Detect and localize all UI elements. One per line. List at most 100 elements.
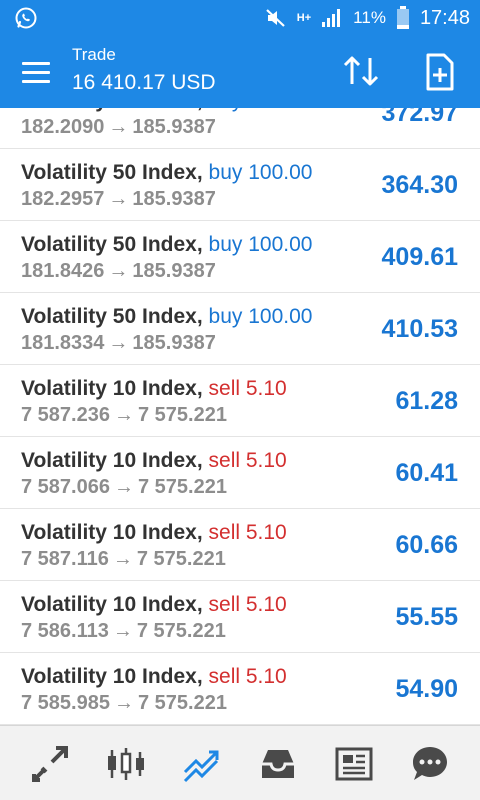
position-header: Volatility 50 Index, buy 100.00	[21, 304, 312, 330]
position-volume: sell 5.10	[208, 521, 287, 544]
position-header: Volatility 10 Index, sell 5.10	[21, 664, 287, 690]
position-row[interactable]: Volatility 50 Index, buy 100.00 181.8426 →…	[0, 221, 480, 293]
position-row[interactable]: Volatility 50 Index, buy 100.00182.2090→…	[0, 108, 480, 149]
price-arrow: →	[108, 260, 129, 282]
current-price: 7 575.221	[136, 620, 226, 642]
current-price: 185.9387	[132, 188, 216, 210]
position-symbol: Volatility 10 Index,	[21, 449, 203, 472]
price-arrow: →	[108, 116, 129, 138]
status-bar: H+ 11% 17:48	[0, 0, 480, 36]
mute-icon	[265, 7, 287, 29]
position-profit: 364.30	[381, 171, 458, 199]
position-profit: 60.41	[395, 459, 458, 487]
open-price: 181.8426	[21, 260, 105, 282]
position-row[interactable]: Volatility 10 Index, sell 5.10 7 585.985 →…	[0, 653, 480, 725]
position-volume: buy 100.00	[209, 108, 313, 112]
news-icon[interactable]	[334, 744, 374, 784]
position-profit: 60.66	[395, 531, 458, 559]
price-arrow: →	[108, 188, 129, 210]
new-order-icon[interactable]	[418, 51, 462, 93]
price-arrow: →	[113, 476, 134, 498]
open-price: 7 587.116	[21, 548, 109, 570]
position-symbol: Volatility 50 Index,	[21, 108, 203, 112]
position-header: Volatility 50 Index, buy 100.00	[21, 160, 312, 186]
title-block: Trade 16 410.17 USD	[72, 45, 216, 97]
current-price: 185.9387	[132, 260, 216, 282]
signal-icon	[321, 7, 343, 29]
open-price: 7 587.066	[21, 476, 110, 498]
open-price: 182.2090	[21, 116, 105, 138]
app-bar: Trade 16 410.17 USD	[0, 36, 480, 108]
position-symbol: Volatility 50 Index,	[21, 233, 203, 256]
open-price: 182.2957	[21, 188, 105, 210]
position-row[interactable]: Volatility 10 Index, sell 5.10 7 587.066 →…	[0, 437, 480, 509]
position-prices: 182.2957 → 185.9387	[21, 187, 216, 211]
position-prices: 181.8426 → 185.9387	[21, 259, 216, 283]
position-profit: 410.53	[381, 315, 458, 343]
history-icon[interactable]	[258, 744, 298, 784]
position-header: Volatility 50 Index, buy 100.00	[21, 232, 312, 258]
position-symbol: Volatility 10 Index,	[21, 521, 203, 544]
position-row[interactable]: Volatility 50 Index, buy 100.00 181.8334 →…	[0, 293, 480, 365]
open-price: 7 585.985	[21, 692, 110, 714]
clock: 17:48	[419, 6, 470, 29]
position-prices: 7 586.113 → 7 575.221	[21, 619, 226, 643]
position-volume: buy 100.00	[208, 161, 313, 184]
position-symbol: Volatility 10 Index,	[21, 377, 203, 400]
price-arrow: →	[112, 620, 133, 642]
current-price: 7 575.221	[137, 692, 227, 714]
chart-icon[interactable]	[106, 744, 146, 784]
price-arrow: →	[108, 332, 129, 354]
current-price: 185.9387	[132, 116, 216, 138]
current-price: 7 575.221	[136, 548, 226, 570]
chat-icon[interactable]	[410, 744, 450, 784]
position-header: Volatility 10 Index, sell 5.10	[21, 520, 287, 546]
page-title: Trade	[72, 45, 116, 64]
battery-percent: 11%	[353, 8, 386, 27]
open-price: 7 586.113	[21, 620, 109, 642]
position-symbol: Volatility 10 Index,	[21, 665, 203, 688]
open-price: 181.8334	[21, 332, 105, 354]
price-arrow: →	[113, 692, 134, 714]
position-profit: 409.61	[381, 243, 458, 271]
position-prices: 181.8334 → 185.9387	[21, 331, 216, 355]
position-volume: buy 100.00	[208, 305, 313, 328]
position-volume: sell 5.10	[208, 449, 287, 472]
trade-icon[interactable]	[182, 744, 222, 784]
price-arrow: →	[112, 548, 133, 570]
position-row[interactable]: Volatility 10 Index, sell 5.10 7 586.113 →…	[0, 581, 480, 653]
open-price: 7 587.236	[21, 404, 110, 426]
sort-arrows-icon[interactable]	[340, 52, 384, 92]
position-prices: 7 587.066 → 7 575.221	[21, 475, 227, 499]
position-header: Volatility 10 Index, sell 5.10	[21, 448, 287, 474]
position-profit: 54.90	[395, 675, 458, 703]
position-prices: 7 587.236 → 7 575.221	[21, 403, 227, 427]
account-balance: 16 410.17 USD	[72, 71, 216, 94]
positions-list[interactable]: Volatility 50 Index, buy 100.00182.2090→…	[0, 108, 480, 725]
position-row[interactable]: Volatility 10 Index, sell 5.10 7 587.116 →…	[0, 509, 480, 581]
position-row[interactable]: Volatility 10 Index, sell 5.10 7 587.236 →…	[0, 365, 480, 437]
position-profit: 372.97	[381, 108, 458, 127]
current-price: 7 575.221	[137, 476, 227, 498]
menu-icon[interactable]	[22, 54, 58, 90]
position-prices: 7 587.116 → 7 575.221	[21, 547, 226, 571]
position-row[interactable]: Volatility 50 Index, buy 100.00 182.2957 →…	[0, 149, 480, 221]
position-header: Volatility 10 Index, sell 5.10	[21, 592, 287, 618]
position-symbol: Volatility 50 Index,	[21, 161, 203, 184]
position-prices: 182.2090 → 185.9387	[21, 115, 216, 139]
position-prices: 7 585.985 → 7 575.221	[21, 691, 227, 715]
position-volume: buy 100.00	[208, 233, 313, 256]
position-symbol: Volatility 50 Index,	[21, 305, 203, 328]
position-volume: sell 5.10	[208, 593, 287, 616]
position-header: Volatility 10 Index, sell 5.10	[21, 376, 287, 402]
current-price: 7 575.221	[137, 404, 227, 426]
position-volume: sell 5.10	[208, 665, 287, 688]
position-header: Volatility 50 Index, buy 100.00	[21, 108, 312, 114]
price-arrow: →	[113, 404, 134, 426]
quotes-icon[interactable]	[30, 744, 70, 784]
current-price: 185.9387	[132, 332, 216, 354]
position-volume: sell 5.10	[208, 377, 287, 400]
network-type-label: H+	[296, 12, 312, 24]
position-profit: 55.55	[395, 603, 458, 631]
position-symbol: Volatility 10 Index,	[21, 593, 203, 616]
